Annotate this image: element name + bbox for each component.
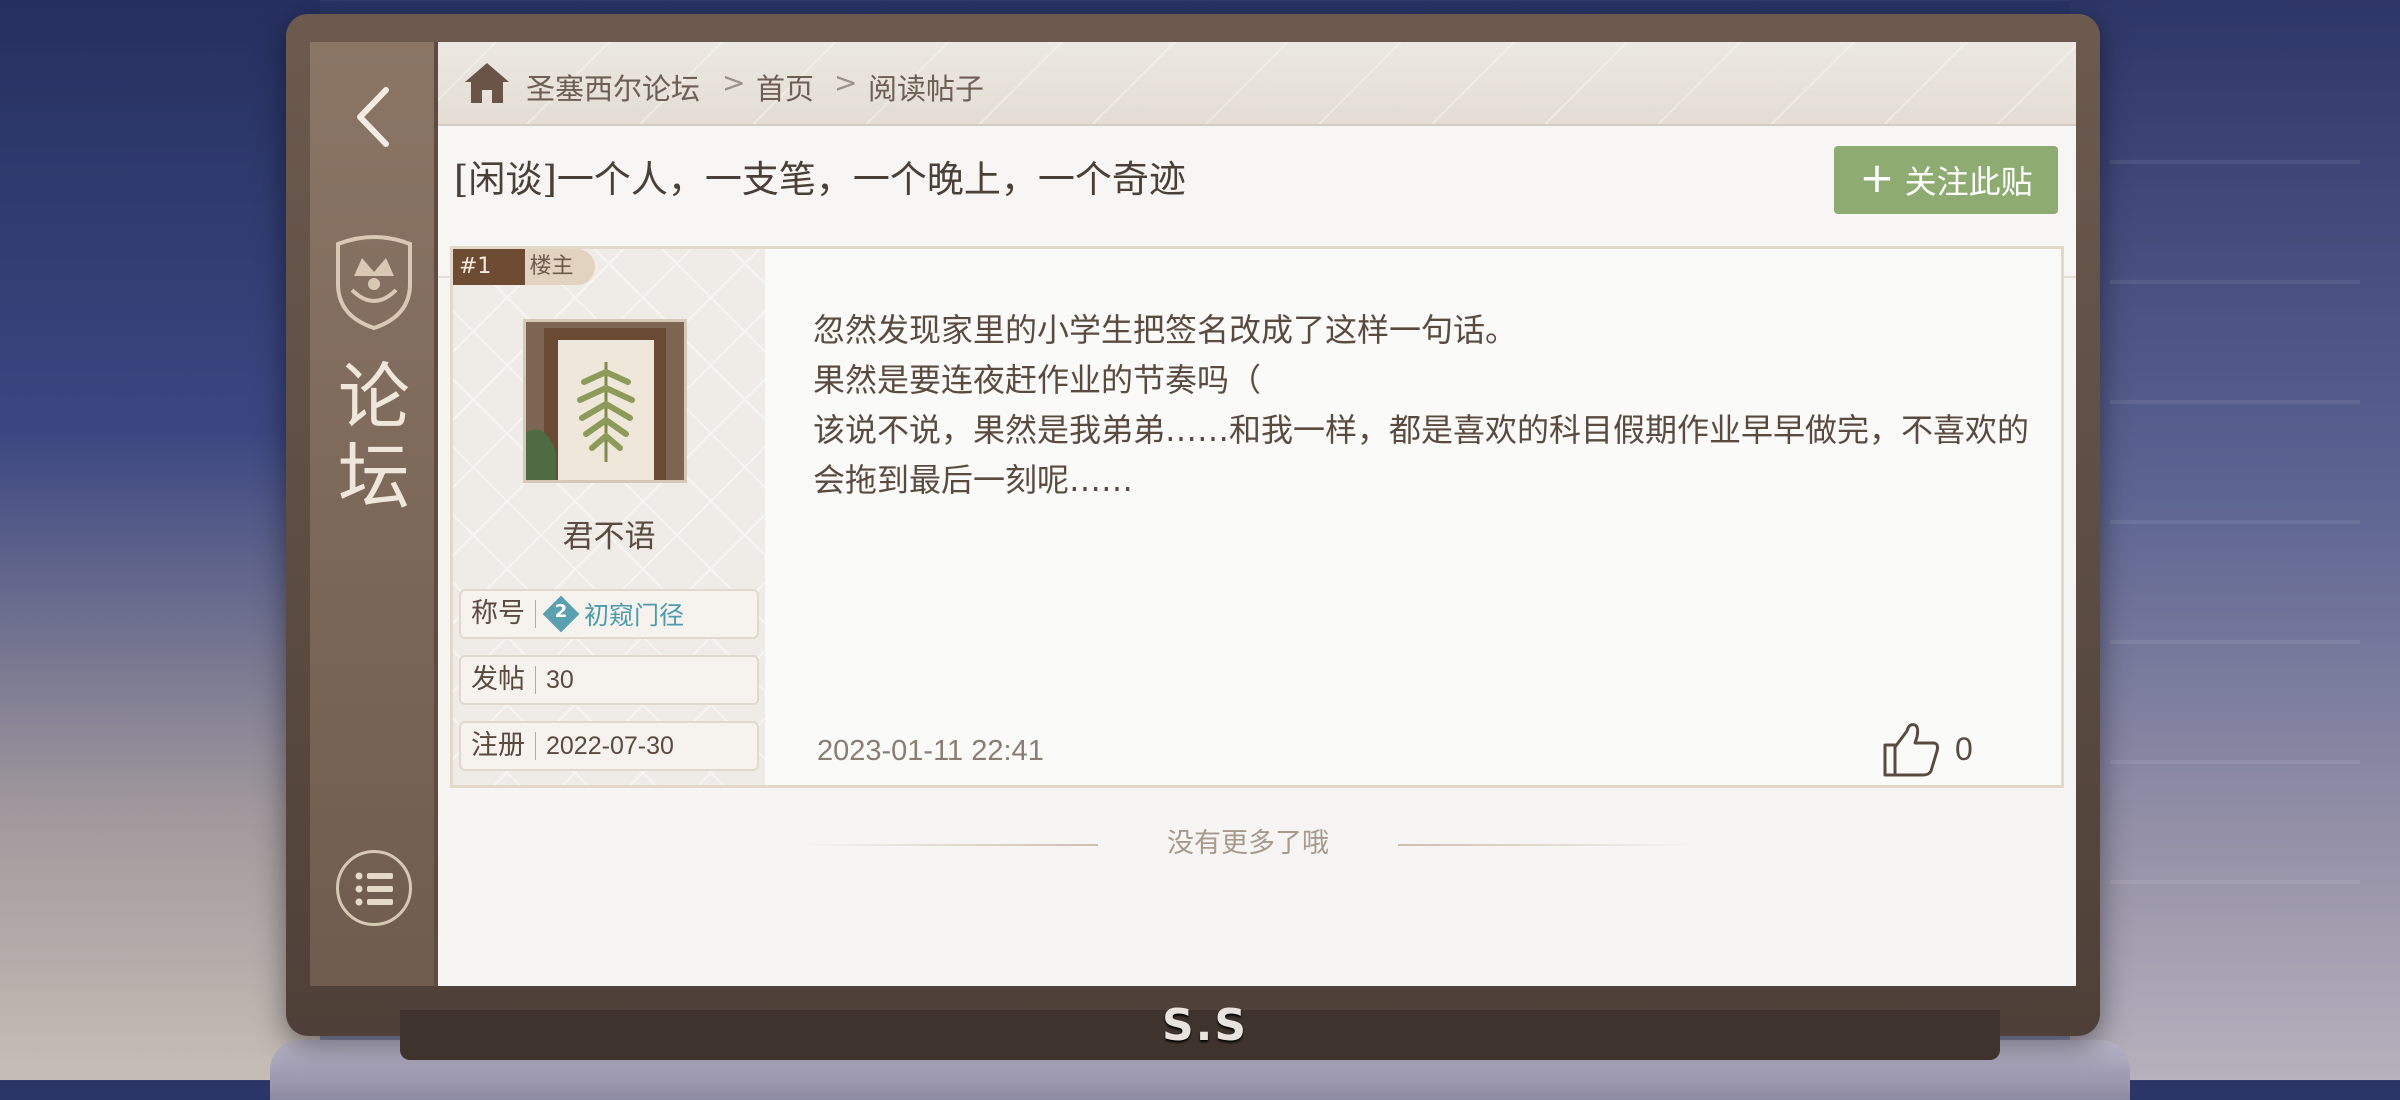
floor-number: #1 <box>453 249 526 285</box>
sidebar-title-char-2: 坛 <box>337 435 410 519</box>
fern-frame-avatar-image <box>526 322 684 480</box>
like-count: 0 <box>1955 730 1973 767</box>
post-card: #1 楼主 君不语 称号 2 初窥门径 发帖 30 注册 2022-07-30 … <box>450 246 2064 788</box>
rank-level: 2 <box>554 601 568 622</box>
sidebar: 论 坛 <box>310 42 438 986</box>
device-brand-logo: S.S <box>1161 1000 1249 1051</box>
post-paragraph: 果然是要连夜赶作业的节奏吗（ <box>813 361 1262 399</box>
back-button[interactable] <box>344 82 404 152</box>
register-value: 2022-07-30 <box>546 731 674 760</box>
owner-tag: 楼主 <box>525 249 596 285</box>
post-content: 忽然发现家里的小学生把签名改成了这样一句话。 果然是要连夜赶作业的节奏吗（ 该说… <box>813 305 2033 505</box>
avatar[interactable] <box>523 319 687 483</box>
post-paragraph: 忽然发现家里的小学生把签名改成了这样一句话。 <box>813 311 1518 349</box>
breadcrumb-separator: > <box>722 66 746 99</box>
breadcrumb-home[interactable]: 首页 <box>756 66 814 108</box>
breadcrumb-current: 阅读帖子 <box>868 72 985 106</box>
breadcrumb-forum[interactable]: 圣塞西尔论坛 <box>526 66 700 108</box>
post-timestamp: 2023-01-11 22:41 <box>817 735 1044 767</box>
breadcrumb-separator: > <box>834 66 858 99</box>
end-of-list-divider: 没有更多了哦 <box>798 824 1698 864</box>
forum-crest-icon <box>336 235 412 331</box>
rank-diamond-icon: 2 <box>542 595 580 633</box>
list-icon <box>355 872 393 906</box>
main-panel: 圣塞西尔论坛 > 首页 > 阅读帖子 [闲谈]一个人，一支笔，一个晚上，一个奇迹… <box>438 42 2076 986</box>
background-right <box>2070 0 2400 1080</box>
sidebar-title: 论 坛 <box>310 357 438 517</box>
background-left <box>0 0 320 1080</box>
sidebar-title-char-1: 论 <box>337 355 410 439</box>
author-name[interactable]: 君不语 <box>453 511 765 556</box>
like-button[interactable]: 0 <box>1881 719 1973 779</box>
menu-button[interactable] <box>336 850 412 926</box>
title-value: 初窥门径 <box>584 601 685 630</box>
forum-screen: 论 坛 圣塞西尔论坛 > 首页 > 阅读帖子 [闲谈]一个人，一支笔，一个晚上，… <box>310 42 2076 986</box>
plus-icon: + <box>1859 153 1895 202</box>
title-key: 称号 <box>461 600 536 628</box>
author-posts-row: 发帖 30 <box>459 655 759 705</box>
thumbs-up-icon <box>1883 723 1939 777</box>
end-of-list-text: 没有更多了哦 <box>1167 828 1329 859</box>
follow-post-button[interactable]: + 关注此贴 <box>1834 146 2058 214</box>
author-register-row: 注册 2022-07-30 <box>459 721 759 771</box>
chevron-left-icon <box>357 87 389 147</box>
posts-value: 30 <box>546 665 574 694</box>
register-key: 注册 <box>461 732 536 760</box>
author-panel: #1 楼主 君不语 称号 2 初窥门径 发帖 30 注册 2022-07-30 <box>453 249 765 785</box>
follow-post-label: 关注此贴 <box>1904 163 2033 201</box>
floor-badge: #1 楼主 <box>453 249 596 285</box>
home-icon[interactable] <box>462 60 512 106</box>
post-paragraph: 该说不说，果然是我弟弟……和我一样，都是喜欢的科目假期作业早早做完，不喜欢的会拖… <box>813 411 2030 499</box>
breadcrumb: 圣塞西尔论坛 > 首页 > 阅读帖子 <box>438 42 2076 126</box>
posts-key: 发帖 <box>461 666 536 694</box>
post-title: [闲谈]一个人，一支笔，一个晚上，一个奇迹 <box>454 158 1186 201</box>
author-title-row: 称号 2 初窥门径 <box>459 589 759 639</box>
